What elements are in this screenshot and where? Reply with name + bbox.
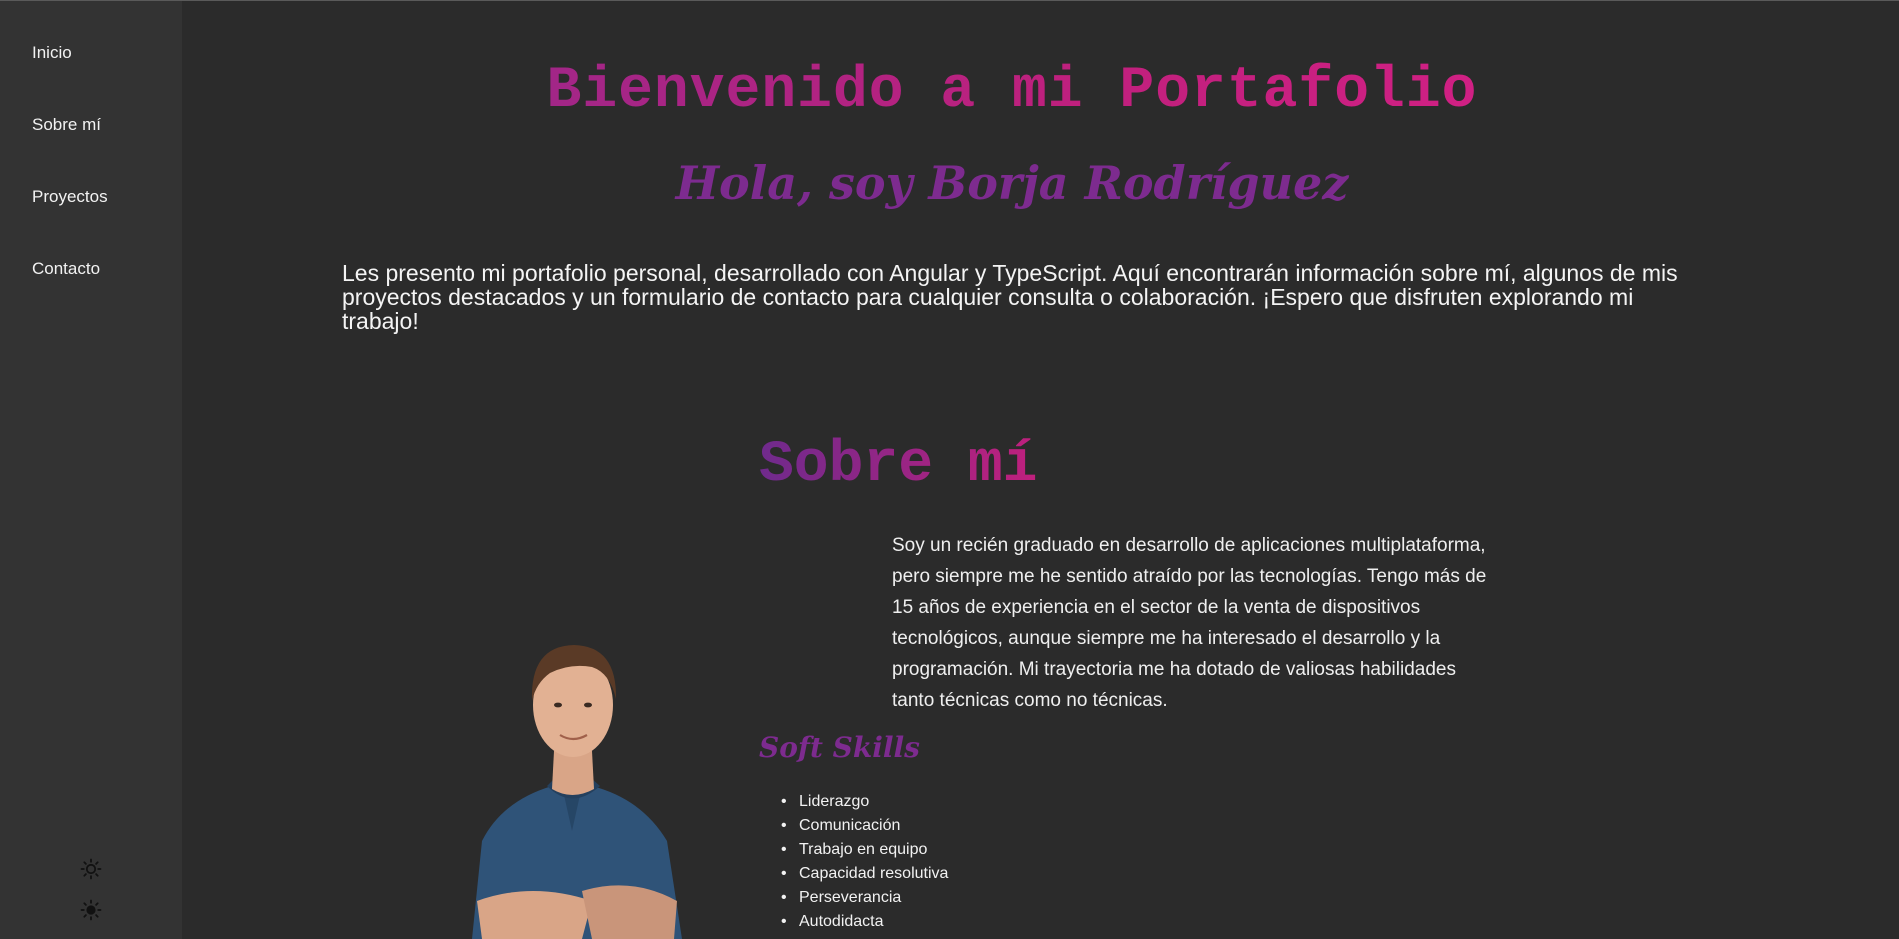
page-title: Bienvenido a mi Portafolio <box>182 59 1842 124</box>
light-mode-icon <box>80 858 102 880</box>
nav-item-contacto[interactable]: Contacto <box>32 259 100 279</box>
nav-item-sobre-mi[interactable]: Sobre mí <box>32 115 101 135</box>
list-item: Comunicación <box>781 814 948 838</box>
list-item: Perseverancia <box>781 886 948 910</box>
list-item: Capacidad resolutiva <box>781 862 948 886</box>
list-item: Autodidacta <box>781 910 948 934</box>
nav-item-inicio[interactable]: Inicio <box>32 43 72 63</box>
about-section-title: Sobre mí <box>759 433 1038 498</box>
profile-photo <box>442 601 702 939</box>
dark-mode-icon <box>80 899 102 921</box>
list-item: Trabajo en equipo <box>781 838 948 862</box>
light-mode-toggle[interactable] <box>78 856 104 882</box>
soft-skills-list: Liderazgo Comunicación Trabajo en equipo… <box>781 790 948 934</box>
nav-item-proyectos[interactable]: Proyectos <box>32 187 108 207</box>
soft-skills-title: Soft Skills <box>759 731 920 764</box>
dark-mode-toggle[interactable] <box>78 897 104 923</box>
greeting-subtitle: Hola, soy Borja Rodríguez <box>675 156 1349 210</box>
intro-paragraph: Les presento mi portafolio personal, des… <box>342 260 1678 334</box>
main-content: Bienvenido a mi Portafolio Hola, soy Bor… <box>182 1 1899 939</box>
list-item: Liderazgo <box>781 790 948 814</box>
about-paragraph: Soy un recién graduado en desarrollo de … <box>892 535 1487 711</box>
sidebar-nav: Inicio Sobre mí Proyectos Contacto <box>0 1 182 939</box>
